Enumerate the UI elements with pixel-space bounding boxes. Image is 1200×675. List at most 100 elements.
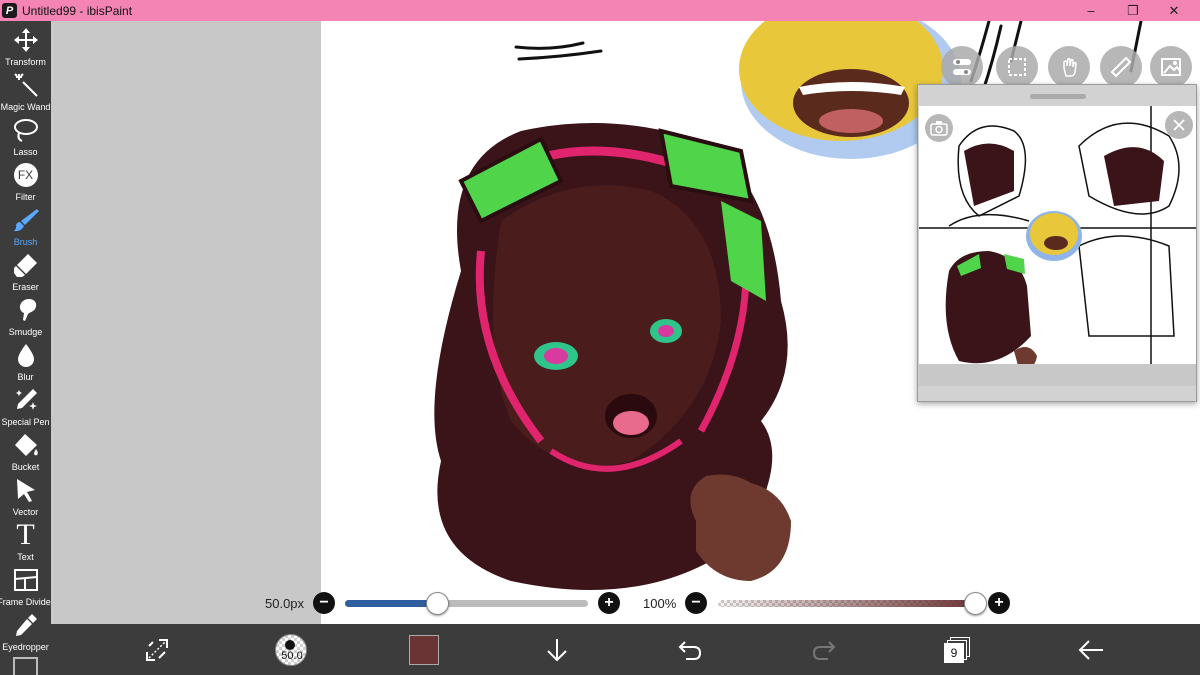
apply-down-button[interactable]	[527, 624, 587, 675]
tool-frame-divider[interactable]: Frame Divider	[0, 565, 54, 610]
tool-label: Eyedropper	[2, 642, 49, 652]
image-icon	[1161, 58, 1181, 76]
redo-icon	[812, 640, 836, 660]
fx-icon: FX	[11, 160, 41, 190]
tool-label: Magic Wand	[0, 102, 51, 112]
opacity-plus-button[interactable]: +	[988, 592, 1010, 614]
opacity-minus-button[interactable]: −	[685, 592, 707, 614]
layer-count: 9	[944, 642, 964, 663]
ruler-icon	[1110, 56, 1132, 78]
tool-label: Brush	[13, 237, 38, 247]
window-title: Untitled99 - ibisPaint	[22, 3, 133, 18]
arrow-down-icon	[547, 638, 567, 661]
navigator-preview[interactable]	[919, 106, 1196, 386]
transform-rotate-button[interactable]	[127, 624, 187, 675]
tool-vector[interactable]: Vector	[0, 475, 51, 520]
camera-icon	[930, 121, 948, 136]
settings-toggle-button[interactable]	[941, 46, 983, 88]
tool-smudge[interactable]: Smudge	[0, 295, 51, 340]
text-icon-glyph: T	[16, 518, 35, 551]
vector-icon	[11, 475, 41, 505]
tool-blur[interactable]: Blur	[0, 340, 51, 385]
brush-size-fill	[345, 599, 438, 607]
brush-size-minus-button[interactable]: −	[313, 592, 335, 614]
hand-tool-button[interactable]	[1048, 46, 1090, 88]
brush-icon	[11, 205, 41, 235]
brush-preview: 50.0	[275, 633, 307, 666]
undo-icon	[678, 640, 702, 660]
back-button[interactable]	[1061, 624, 1121, 675]
brush-size-slider-row: 50.0px − +	[265, 591, 620, 615]
tool-label: Bucket	[11, 462, 40, 472]
brush-picker-button[interactable]: 50.0	[261, 624, 321, 675]
opacity-slider-row: 100% − +	[643, 591, 1010, 615]
special-pen-icon	[11, 385, 41, 415]
layers-icon: 9	[944, 636, 970, 663]
redo-button[interactable]	[794, 624, 854, 675]
ibis-paint-icon: P	[2, 3, 17, 18]
close-icon[interactable]: ✕	[1151, 0, 1197, 21]
smudge-icon	[11, 295, 41, 325]
close-panel-button[interactable]	[1165, 111, 1193, 139]
layers-button[interactable]: 9	[927, 624, 987, 675]
current-color-swatch	[409, 634, 439, 665]
tool-label: Filter	[15, 192, 36, 202]
arrow-left-icon	[1078, 639, 1103, 660]
toggle-icon	[953, 59, 971, 75]
panel-drag-handle[interactable]	[1030, 94, 1086, 99]
workspace-background	[51, 21, 321, 624]
selection-icon	[1008, 58, 1026, 76]
brush-size-label: 50.0	[281, 649, 303, 662]
tool-magic-wand[interactable]: Magic Wand	[0, 70, 51, 115]
tool-label: Lasso	[13, 147, 38, 157]
eyedropper-icon	[11, 610, 41, 640]
undo-button[interactable]	[660, 624, 720, 675]
tool-label: Vector	[12, 507, 39, 517]
tool-filter[interactable]: FX Filter	[0, 160, 51, 205]
tool-text[interactable]: T Text	[0, 520, 51, 565]
tool-label: Special Pen	[1, 417, 50, 427]
selection-button[interactable]	[996, 46, 1038, 88]
fx-icon-text: FX	[13, 163, 38, 187]
tool-eraser[interactable]: Eraser	[0, 250, 51, 295]
tool-eyedropper[interactable]: Eyedropper	[0, 610, 51, 655]
bottom-toolbar: 50.0 9	[51, 624, 1200, 675]
navigator-panel[interactable]	[917, 84, 1197, 402]
eraser-icon	[11, 250, 41, 280]
tool-brush[interactable]: Brush	[0, 205, 51, 250]
restore-icon[interactable]: ❐	[1110, 0, 1156, 21]
tool-label: Frame Divider	[0, 597, 54, 607]
tool-label: Text	[17, 552, 34, 562]
partial-tool-icon[interactable]	[13, 657, 38, 675]
brush-tip-icon	[285, 639, 295, 650]
tool-lasso[interactable]: Lasso	[0, 115, 51, 160]
magic-wand-icon	[11, 70, 41, 100]
opacity-value: 100%	[643, 595, 677, 611]
hand-icon	[1063, 57, 1077, 77]
navigator-thumbnail	[919, 106, 1196, 386]
brush-size-thumb[interactable]	[425, 591, 449, 615]
title-bar: P Untitled99 - ibisPaint – ❐ ✕	[0, 0, 1200, 21]
tool-transform[interactable]: Transform	[0, 25, 51, 70]
tool-label: Smudge	[8, 327, 43, 337]
close-icon	[1173, 119, 1185, 131]
ruler-button[interactable]	[1100, 46, 1142, 88]
bucket-icon	[11, 430, 41, 460]
camera-button[interactable]	[925, 114, 953, 142]
text-icon: T	[11, 520, 41, 550]
tool-special-pen[interactable]: Special Pen	[0, 385, 51, 430]
lasso-icon	[11, 115, 41, 145]
minimize-icon[interactable]: –	[1068, 0, 1114, 21]
opacity-slider[interactable]	[718, 591, 987, 615]
reference-image-button[interactable]	[1150, 46, 1192, 88]
character-drawing	[434, 123, 791, 590]
rotate-arrows-icon	[146, 638, 168, 661]
brush-size-slider[interactable]	[345, 591, 588, 615]
blur-icon	[11, 340, 41, 370]
opacity-thumb[interactable]	[963, 591, 987, 615]
tool-bucket[interactable]: Bucket	[0, 430, 51, 475]
tool-label: Eraser	[12, 282, 39, 292]
color-picker-button[interactable]	[394, 624, 454, 675]
brush-size-plus-button[interactable]: +	[598, 592, 620, 614]
brush-size-value: 50.0px	[265, 595, 305, 611]
